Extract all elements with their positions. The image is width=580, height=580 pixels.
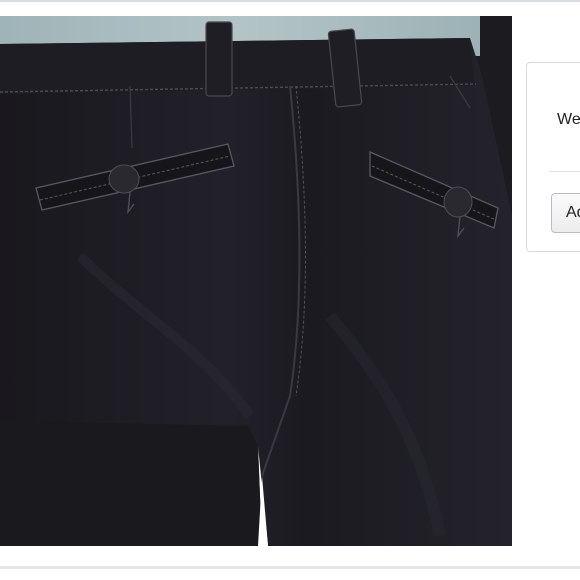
side-panel-divider (549, 171, 580, 172)
left-leg (0, 421, 262, 546)
waistband (0, 38, 475, 94)
side-panel-text: We (557, 111, 580, 128)
top-divider (0, 0, 580, 2)
left-pocket-button (108, 164, 140, 194)
product-image[interactable] (0, 16, 512, 546)
side-panel-card: We Ad (526, 62, 580, 252)
trousers-illustration (0, 16, 512, 546)
bottom-divider (0, 566, 580, 569)
belt-loop-left (205, 21, 233, 97)
add-button[interactable]: Ad (551, 193, 580, 233)
right-pocket-button (443, 186, 473, 218)
page: We Ad (0, 0, 580, 580)
